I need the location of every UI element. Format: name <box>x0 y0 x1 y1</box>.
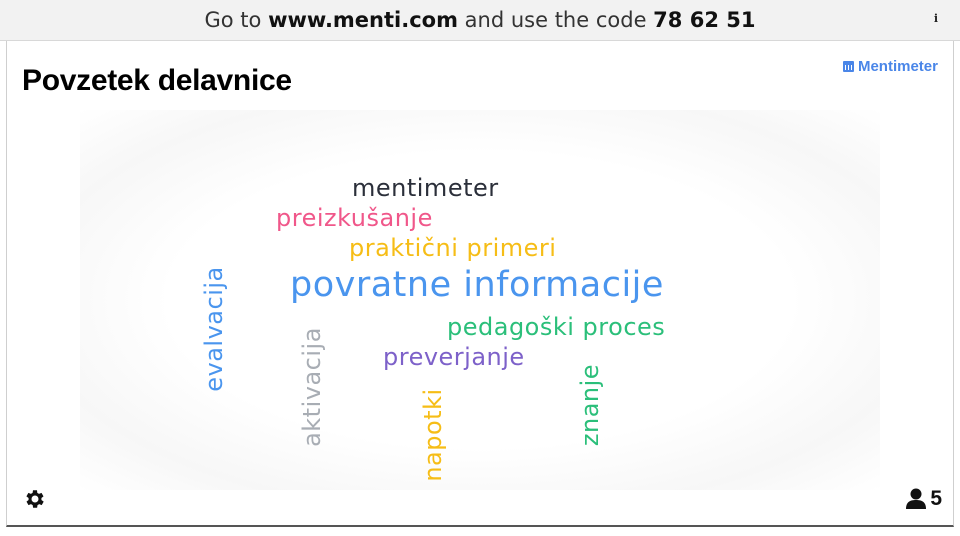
join-instructions-bar: Go to www.menti.com and use the code 78 … <box>0 0 960 41</box>
participant-counter: 5 <box>906 487 942 511</box>
word-povratne-informacije: povratne informacije <box>290 265 664 305</box>
word-prakticni-primeri: praktični primeri <box>349 234 557 262</box>
word-evalvacija: evalvacija <box>200 266 228 392</box>
join-url[interactable]: www.menti.com <box>268 8 458 32</box>
join-middle: and use the code <box>464 8 647 32</box>
slide-title: Povzetek delavnice <box>22 64 292 97</box>
gear-icon[interactable] <box>23 487 47 511</box>
mentimeter-logo: Mentimeter <box>842 58 938 75</box>
brand-name: Mentimeter <box>857 58 938 75</box>
user-icon <box>906 488 927 509</box>
word-znanje: znanje <box>576 363 604 447</box>
chart-logo-icon <box>842 61 854 72</box>
word-aktivacija: aktivacija <box>298 327 326 447</box>
word-preverjanje: preverjanje <box>383 343 525 371</box>
word-napotki: napotki <box>419 388 447 482</box>
participant-count: 5 <box>930 487 942 510</box>
word-preizkusanje: preizkušanje <box>276 204 433 232</box>
word-pedagoski-proces: pedagoški proces <box>447 313 666 341</box>
join-prefix: Go to <box>204 8 262 32</box>
word-mentimeter: mentimeter <box>352 174 499 202</box>
join-code: 78 62 51 <box>653 8 756 32</box>
info-icon[interactable]: i <box>934 12 938 25</box>
